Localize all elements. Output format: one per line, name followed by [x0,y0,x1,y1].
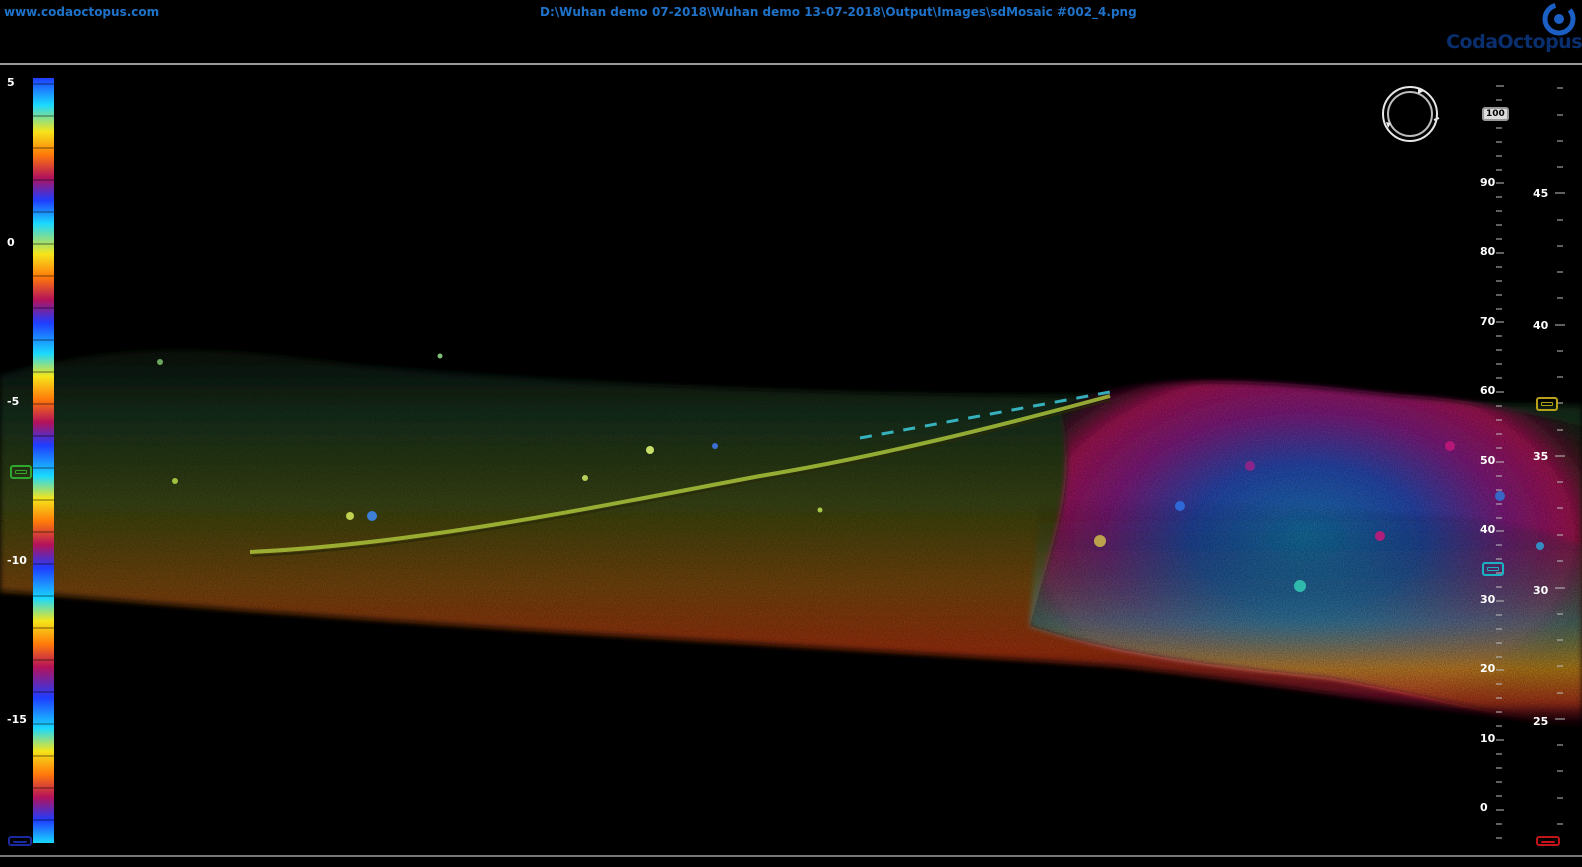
bottom-border [0,855,1582,857]
header-divider [0,63,1582,65]
color-scale-bottom-marker[interactable] [8,836,32,846]
height-scale-label: 35 [1533,450,1549,463]
distance-scale-label: 80 [1480,245,1496,258]
height-scale-label: 25 [1533,715,1549,728]
distance-scale-ruler [1496,85,1504,839]
height-scale-label: 40 [1533,319,1549,332]
codaoctopus-logo: CodaOctopus [1440,0,1582,56]
height-scale-upper-marker[interactable] [1536,397,1558,411]
color-scale-marker[interactable] [10,465,32,479]
distance-scale-label: 50 [1480,454,1496,467]
distance-scale-max-marker[interactable]: 100 [1482,107,1509,121]
distance-scale-label: 40 [1480,523,1496,536]
height-scale-ruler [1555,87,1565,825]
distance-scale-label: 30 [1480,593,1496,606]
distance-scale-label: 60 [1480,384,1496,397]
color-scale-tick: 0 [7,236,15,249]
color-scale-tick: -10 [7,554,27,567]
distance-scale-marker[interactable] [1482,562,1504,576]
distance-scale-label: 70 [1480,315,1496,328]
height-scale-lower-marker[interactable] [1536,836,1560,846]
mosaic-viewport[interactable] [0,66,1582,856]
height-scale-label: 45 [1533,187,1549,200]
height-scale-label: 30 [1533,584,1549,597]
header-bar: www.codaoctopus.com D:\Wuhan demo 07-201… [0,0,1582,65]
logo-text: CodaOctopus [1446,31,1582,53]
website-link[interactable]: www.codaoctopus.com [4,5,159,19]
rotate-compass-icon[interactable] [1378,82,1442,146]
color-scale-tick: -5 [7,395,20,408]
distance-scale-label: 20 [1480,662,1496,675]
sonar-mosaic-image [0,350,1582,726]
color-scale-tick: 5 [7,76,15,89]
depth-color-scale [33,78,54,843]
file-path-title: D:\Wuhan demo 07-2018\Wuhan demo 13-07-2… [540,5,1137,19]
distance-scale-label: 0 [1480,801,1488,814]
color-scale-tick: -15 [7,713,27,726]
distance-scale-label: 90 [1480,176,1496,189]
distance-scale-label: 10 [1480,732,1496,745]
